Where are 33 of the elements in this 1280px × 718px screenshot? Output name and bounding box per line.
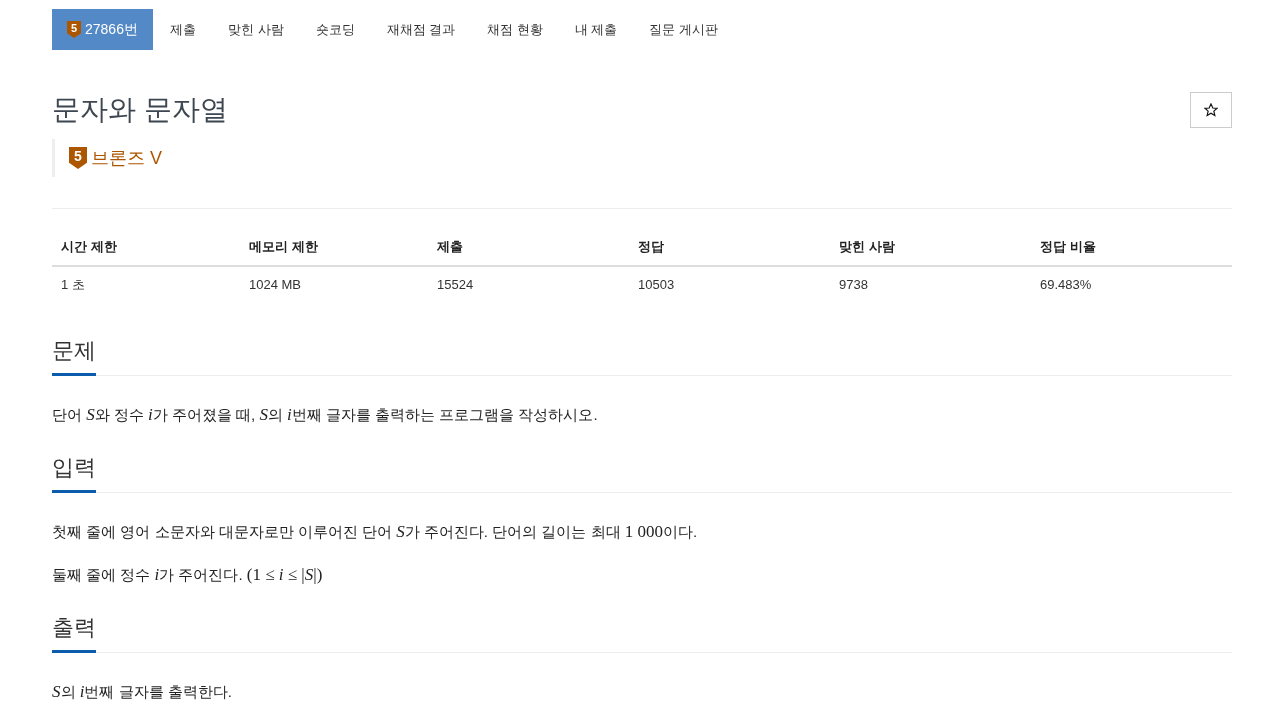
table-header: 메모리 제한 [240,229,428,267]
nav-tab[interactable]: 맞힌 사람 [212,9,299,50]
star-icon [1204,102,1218,117]
table-header: 제출 [428,229,629,267]
section-heading: 입력 [52,453,96,493]
section-heading: 출력 [52,613,96,653]
table-cell-text: 1024 MB [248,276,303,294]
tier-label[interactable]: 브론즈 V [91,146,162,170]
table-cell-text: 15524 [436,276,475,294]
table-cell-text: 69.483% [1039,276,1093,294]
nav-tab[interactable]: 내 제출 [559,9,633,50]
table-header: 정답 [629,229,830,267]
nav-tab[interactable]: 질문 게시판 [634,9,734,50]
section-text: 둘째 줄에 정수 i가 주어진다. (1 ≤ i ≤ |S|) [52,564,324,586]
star-button[interactable] [1190,91,1232,128]
nav-tab[interactable]: 제출 [154,9,211,50]
table-header: 시간 제한 [52,229,240,267]
nav-tab[interactable]: 채점 현황 [472,9,558,50]
table-header: 맞힌 사람 [830,229,1031,267]
nav-tab[interactable]: 5 27866번 [52,9,153,50]
table-header: 정답 비율 [1031,229,1232,267]
section-text: 단어 S와 정수 i가 주어졌을 때, S의 i번째 글자를 출력하는 프로그램을 작성하시오. [52,404,599,426]
tier-badge: 5 [69,147,87,169]
table-cell-text: 1 초 [60,276,86,294]
nav-tab[interactable]: 재채점 결과 [371,9,471,50]
tier-badge: 5 [67,21,81,38]
section-heading: 문제 [52,336,96,376]
section-text: 첫째 줄에 영어 소문자와 대문자로만 이루어진 단어 S가 주어진다. 단어의 길이는 최대 1 000이다. [52,521,699,543]
nav-tab[interactable]: 숏코딩 [300,9,370,50]
problem-title: 문자와 문자열 [52,92,228,127]
table-cell-text: 9738 [838,276,869,294]
table-cell-text: 10503 [637,276,676,294]
section-text: S의 i번째 글자를 출력한다. [52,681,233,703]
